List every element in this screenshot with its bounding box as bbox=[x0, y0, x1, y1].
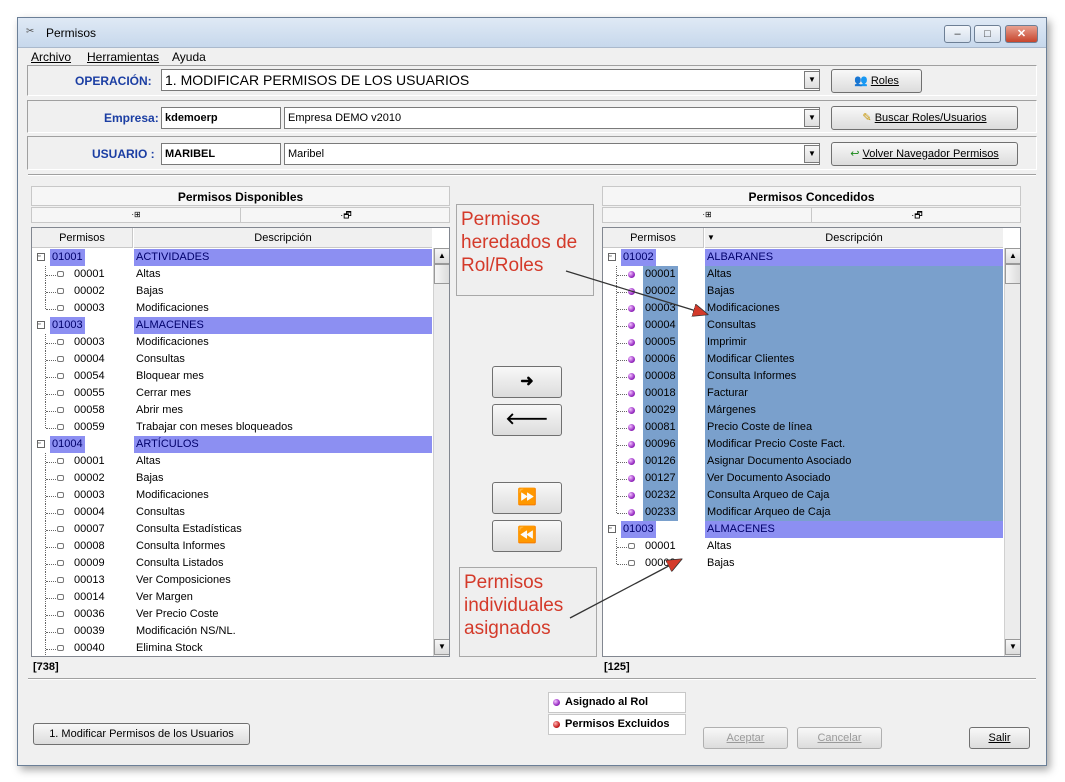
annotation-arrows bbox=[565, 270, 1048, 619]
separator bbox=[28, 678, 1036, 680]
aceptar-button[interactable]: Aceptar bbox=[703, 727, 788, 749]
cancelar-button[interactable]: Cancelar bbox=[797, 727, 882, 749]
permisos-window: ✂ Permisos – □ ✕ Archivo Herramientas Ay… bbox=[17, 17, 1047, 766]
legend-asignado: Asignado al Rol bbox=[548, 692, 686, 713]
arrow-to-heredados bbox=[565, 270, 706, 314]
arrow-to-individuales bbox=[569, 560, 680, 619]
modificar-permisos-button[interactable]: 1. Modificar Permisos de los Usuarios bbox=[33, 723, 250, 745]
legend-excluidos: Permisos Excluidos bbox=[548, 714, 686, 735]
salir-button[interactable]: Salir bbox=[969, 727, 1030, 749]
purple-dot-icon bbox=[553, 699, 560, 706]
red-dot-icon bbox=[553, 721, 560, 728]
